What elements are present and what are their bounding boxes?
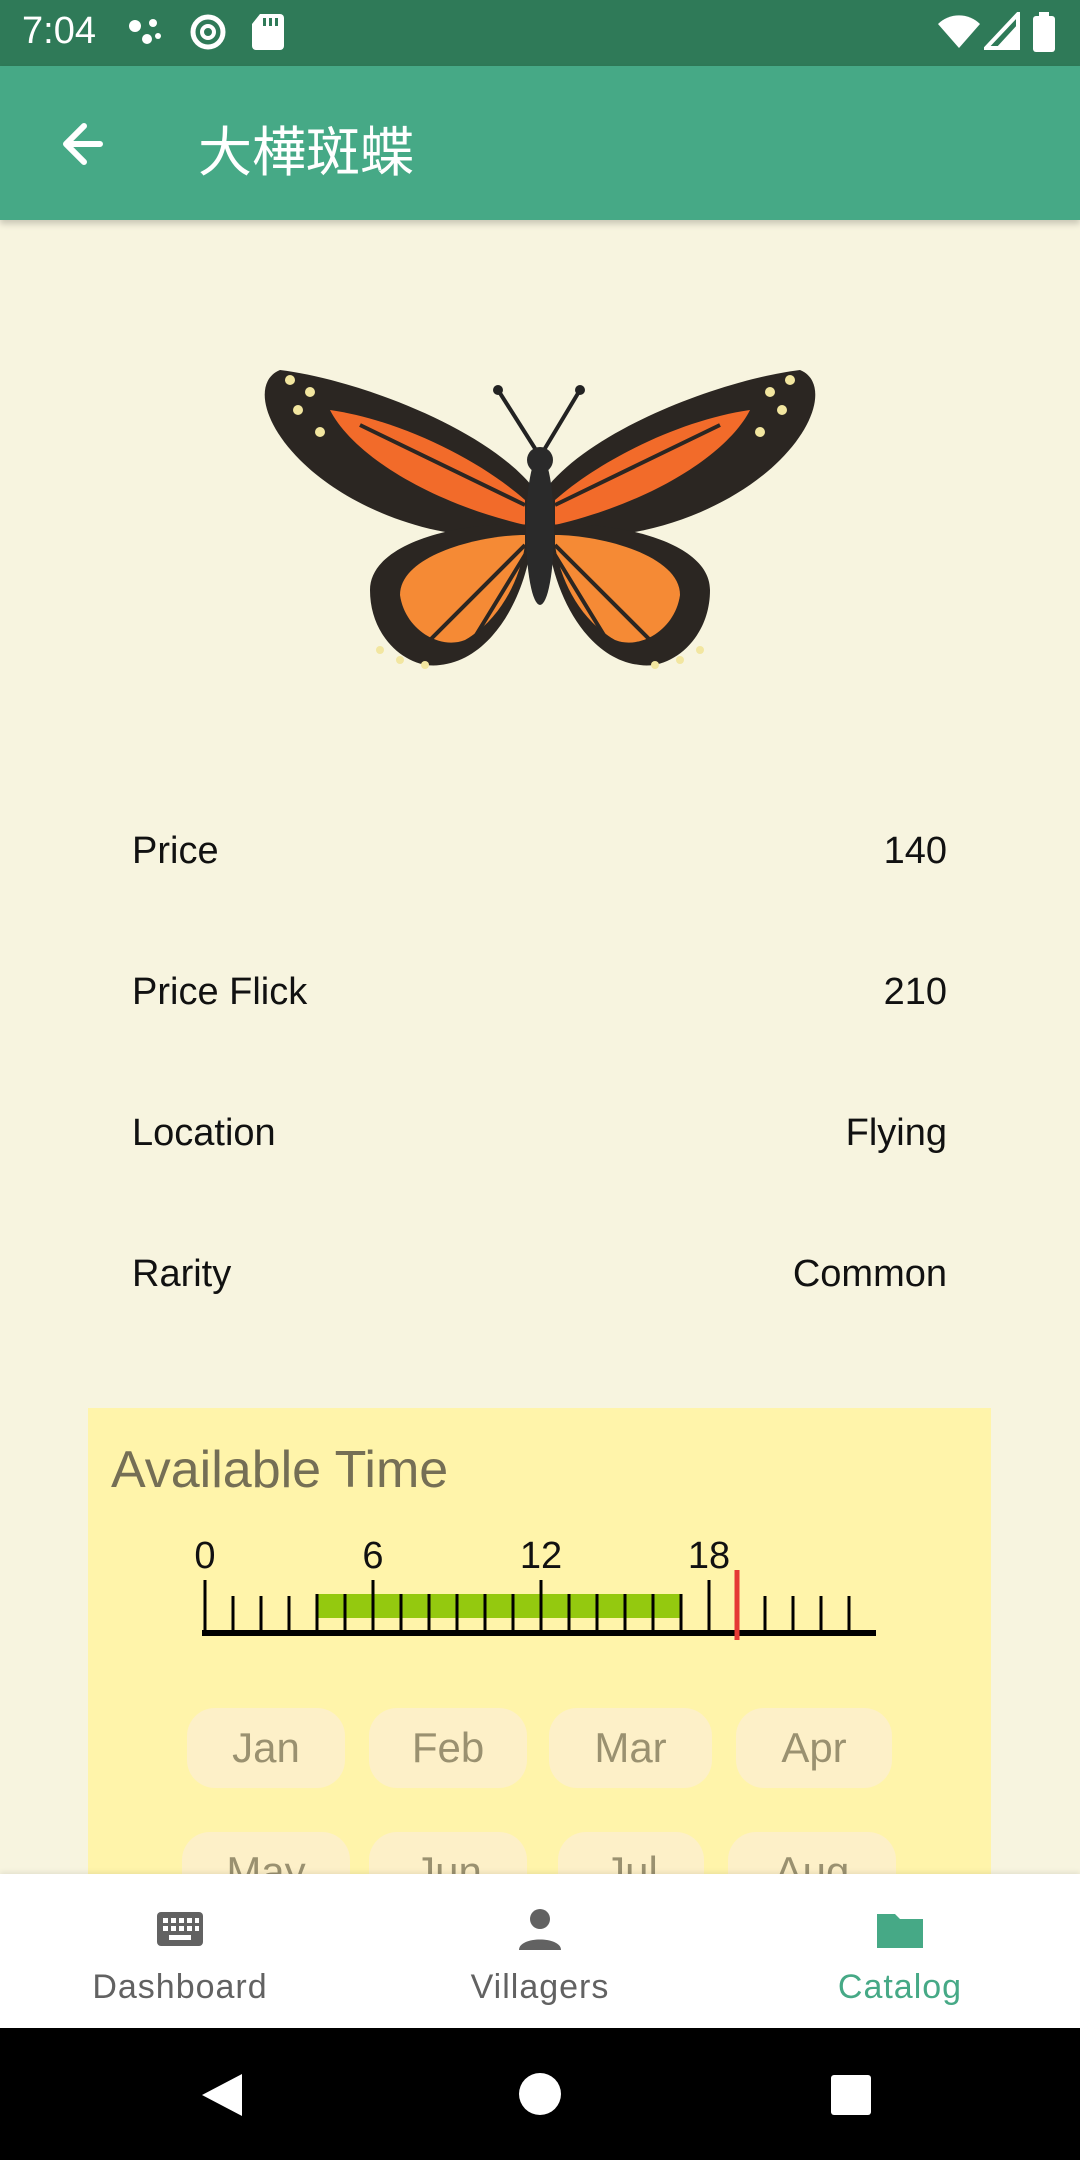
hour-tick-label: 0 (194, 1535, 215, 1577)
folder-icon (877, 1914, 923, 1948)
rarity-value: Common (792, 1253, 947, 1295)
location-value: Flying (845, 1112, 947, 1154)
location-label: Location (132, 1112, 276, 1154)
month-chip-apr[interactable]: Apr (736, 1708, 892, 1788)
back-arrow-icon[interactable] (40, 108, 110, 178)
notification-dots-icon (129, 19, 161, 44)
price-flick-label: Price Flick (132, 971, 308, 1013)
detail-row-location: Location Flying (132, 1082, 947, 1223)
recents-square-icon[interactable] (830, 2074, 872, 2116)
price-flick-value: 210 (883, 971, 947, 1013)
month-chip-feb[interactable]: Feb (369, 1708, 527, 1788)
hour-timeline: 0 6 12 18 (194, 1535, 876, 1640)
sd-card-icon (252, 14, 284, 50)
keyboard-icon (157, 1912, 203, 1946)
bottom-navigation: Dashboard Villagers Catalog (0, 1874, 1080, 2028)
home-circle-icon[interactable] (518, 2072, 562, 2116)
month-chip-may[interactable]: May (182, 1832, 350, 1878)
timeline-baseline (202, 1630, 876, 1636)
month-chip-aug[interactable]: Aug (728, 1832, 896, 1878)
available-time-card: Available Time 0 6 12 18 Jan Feb Mar Apr Ma… (88, 1408, 991, 1878)
hour-tick-label: 12 (520, 1535, 562, 1577)
wifi-icon (938, 15, 980, 49)
detail-row-price-flick: Price Flick 210 (132, 941, 947, 1082)
nav-catalog[interactable]: Catalog (720, 1874, 1080, 2028)
nav-villagers-label: Villagers (470, 1968, 610, 2006)
details-list: Price 140 Price Flick 210 Location Flyin… (132, 800, 947, 1364)
butterfly-image (264, 370, 816, 669)
cellular-signal-icon (984, 12, 1020, 50)
price-value: 140 (883, 830, 947, 872)
detail-row-rarity: Rarity Common (132, 1223, 947, 1364)
status-bar: 7:04 (0, 0, 1080, 66)
back-triangle-icon[interactable] (200, 2072, 244, 2118)
page-title: 大樺斑蝶 (198, 123, 414, 183)
battery-icon (1033, 12, 1055, 52)
hour-tick-label: 6 (362, 1535, 383, 1577)
month-chip-jan[interactable]: Jan (187, 1708, 345, 1788)
nav-villagers[interactable]: Villagers (360, 1874, 720, 2028)
person-icon (519, 1909, 561, 1950)
app-bar: 大樺斑蝶 (0, 66, 1080, 220)
status-time: 7:04 (22, 10, 96, 52)
system-navigation-bar (0, 2028, 1080, 2160)
at-sign-icon (190, 14, 226, 50)
rarity-label: Rarity (132, 1253, 232, 1295)
detail-row-price: Price 140 (132, 800, 947, 941)
month-chip-mar[interactable]: Mar (549, 1708, 712, 1788)
nav-catalog-label: Catalog (837, 1968, 963, 2006)
nav-dashboard-label: Dashboard (92, 1968, 268, 2006)
nav-dashboard[interactable]: Dashboard (0, 1874, 360, 2028)
price-label: Price (132, 830, 219, 872)
hour-tick-label: 18 (688, 1535, 730, 1577)
month-chip-jul[interactable]: Jul (558, 1832, 704, 1878)
month-chip-jun[interactable]: Jun (369, 1832, 527, 1878)
current-hour-marker (734, 1570, 740, 1640)
